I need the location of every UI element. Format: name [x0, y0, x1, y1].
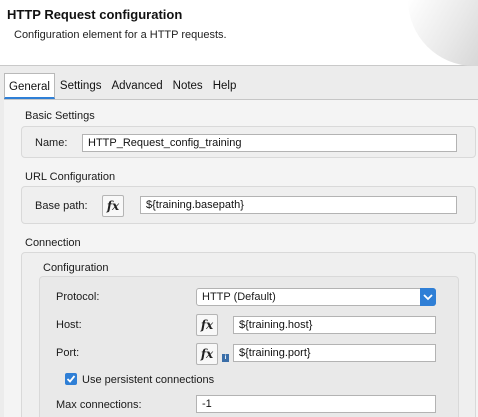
persistent-connections-label: Use persistent connections [82, 374, 215, 386]
info-icon: i [222, 354, 229, 362]
configuration-group: Protocol: HTTP (Default) Host: fx ${trai… [39, 276, 459, 417]
max-connections-field[interactable]: -1 [196, 395, 436, 413]
name-field[interactable]: HTTP_Request_config_training [82, 134, 457, 152]
connection-title: Connection [25, 237, 81, 249]
connection-group: Configuration Protocol: HTTP (Default) H… [21, 252, 476, 417]
protocol-select[interactable]: HTTP (Default) [196, 288, 436, 306]
name-label: Name: [35, 137, 68, 149]
url-configuration-title: URL Configuration [25, 171, 116, 183]
host-field[interactable]: ${training.host} [233, 316, 436, 334]
tab-help[interactable]: Help [208, 73, 242, 99]
base-path-expression-button[interactable]: fx [102, 195, 124, 217]
tab-bar: General Settings Advanced Notes Help [4, 73, 478, 99]
port-label: Port: [56, 347, 80, 359]
basic-settings-title: Basic Settings [25, 110, 95, 122]
max-connections-label: Max connections: [56, 399, 142, 411]
chevron-down-icon [423, 294, 433, 301]
general-panel: Basic Settings Name: HTTP_Request_config… [4, 99, 478, 417]
persistent-connections-checkbox[interactable] [65, 373, 77, 385]
dialog-subtitle: Configuration element for a HTTP request… [14, 29, 227, 41]
host-expression-button[interactable]: fx [196, 314, 218, 336]
dialog-header: HTTP Request configuration Configuration… [0, 0, 478, 66]
tab-advanced[interactable]: Advanced [106, 73, 167, 99]
dialog-title: HTTP Request configuration [7, 7, 183, 22]
header-decoration [408, 0, 478, 66]
basic-settings-group: Name: HTTP_Request_config_training [21, 126, 476, 158]
port-expression-button[interactable]: fx [196, 343, 218, 365]
base-path-label: Base path: [35, 200, 88, 212]
url-configuration-group: Base path: fx ${training.basepath} [21, 186, 476, 224]
base-path-field[interactable]: ${training.basepath} [140, 196, 457, 214]
tab-notes[interactable]: Notes [168, 73, 208, 99]
configuration-title: Configuration [43, 262, 109, 274]
tab-general[interactable]: General [4, 73, 55, 99]
protocol-label: Protocol: [56, 291, 100, 303]
tab-settings[interactable]: Settings [55, 73, 107, 99]
host-label: Host: [56, 319, 82, 331]
protocol-dropdown-button[interactable] [420, 288, 436, 306]
port-field[interactable]: ${training.port} [233, 344, 436, 362]
protocol-selected-value: HTTP (Default) [202, 291, 276, 303]
checkmark-icon [66, 375, 76, 383]
